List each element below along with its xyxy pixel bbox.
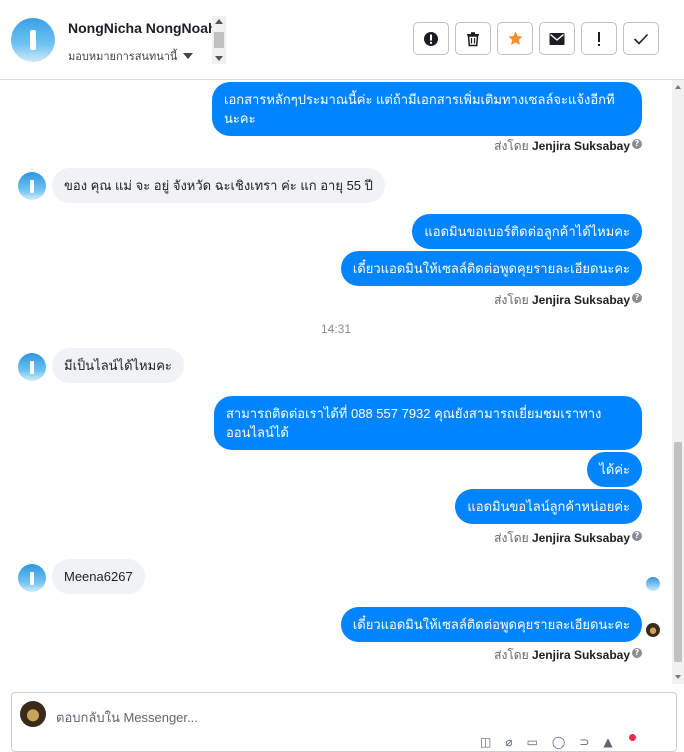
seen-avatar [646, 623, 660, 637]
message-bubble-outgoing[interactable]: เอกสารหลักๆประมาณนี้ค่ะ แต่ถ้ามีเอกสารเพ… [212, 82, 642, 136]
envelope-icon [549, 32, 565, 45]
sent-by-label: ส่งโดย Jenjira Suksabay [494, 137, 630, 156]
spam-button[interactable] [581, 22, 617, 55]
contact-avatar[interactable] [11, 18, 55, 62]
message-bubble-incoming[interactable]: Meena6267 [52, 559, 145, 594]
exclamation-icon [598, 31, 600, 46]
message-bubble-outgoing[interactable]: ได้ค่ะ [587, 452, 642, 487]
report-icon [424, 31, 438, 46]
mark-unread-button[interactable] [539, 22, 575, 55]
contact-avatar-small [18, 172, 46, 200]
header-scrollbar[interactable] [212, 16, 226, 64]
report-button[interactable] [413, 22, 449, 55]
saved-reply-icon[interactable]: ⊃ [579, 735, 589, 749]
scroll-up-icon[interactable] [215, 19, 223, 24]
sent-by-agent: Jenjira Suksabay [531, 293, 630, 307]
scroll-down-icon[interactable] [675, 675, 681, 679]
conversation-header: NongNicha NongNoah มอบหมายการสนทนานี้ [0, 0, 684, 80]
emoji-icon[interactable]: ◯ [552, 735, 565, 749]
message-bubble-outgoing[interactable]: แอดมินขอเบอร์ติดต่อลูกค้าได้ไหมคะ [412, 214, 642, 249]
seen-avatar [646, 577, 660, 591]
contact-name[interactable]: NongNicha NongNoah [68, 20, 212, 36]
attach-icon[interactable]: ⌀ [505, 735, 512, 749]
scroll-thumb[interactable] [674, 442, 682, 662]
sent-by-label: ส่งโดย Jenjira Suksabay [494, 529, 630, 548]
message-timestamp: 14:31 [320, 322, 352, 336]
page-avatar [20, 701, 46, 727]
message-bubble-outgoing[interactable]: เดี๋ยวแอดมินให้เซลล์ติดต่อพูดคุยรายละเอี… [340, 607, 642, 642]
scroll-down-icon[interactable] [215, 56, 223, 61]
contact-avatar-small [18, 564, 46, 592]
scroll-thumb[interactable] [214, 32, 224, 48]
help-icon[interactable]: ? [632, 139, 642, 149]
star-icon [507, 31, 523, 45]
assign-label: มอบหมายการสนทนานี้ [68, 51, 178, 63]
bag-icon[interactable]: ◫ [480, 735, 491, 749]
sent-by-prefix: ส่งโดย [494, 648, 529, 662]
contact-avatar-small [18, 353, 46, 381]
sent-by-agent: Jenjira Suksabay [531, 648, 630, 662]
scroll-up-icon[interactable] [675, 85, 681, 89]
message-bubble-incoming[interactable]: ของ คุณ แม่ จะ อยู่ จังหวัด ฉะเชิงเทรา ค… [52, 168, 385, 203]
conversation-actions [413, 22, 659, 55]
message-thread[interactable]: เอกสารหลักๆประมาณนี้ค่ะ แต่ถ้ามีเอกสารเพ… [0, 80, 672, 684]
sent-by-prefix: ส่งโดย [494, 139, 529, 153]
trash-icon [467, 31, 479, 46]
message-bubble-outgoing[interactable]: เดี๋ยวแอดมินให้เซลล์ติดต่อพูดคุยรายละเอี… [340, 251, 642, 286]
notification-dot [629, 734, 636, 741]
thread-scrollbar[interactable] [672, 80, 684, 684]
check-icon [633, 33, 649, 45]
help-icon[interactable]: ? [632, 293, 642, 303]
mark-done-button[interactable] [623, 22, 659, 55]
composer-toolbar: ◫ ⌀ ▭ ◯ ⊃ ▲ [480, 735, 613, 749]
like-icon[interactable]: ▲ [603, 735, 612, 749]
star-button[interactable] [497, 22, 533, 55]
sent-by-agent: Jenjira Suksabay [531, 139, 630, 153]
assign-conversation-dropdown[interactable]: มอบหมายการสนทนานี้ [68, 47, 194, 65]
gif-icon[interactable]: ▭ [527, 735, 538, 749]
sent-by-agent: Jenjira Suksabay [531, 531, 630, 545]
help-icon[interactable]: ? [632, 648, 642, 658]
message-bubble-outgoing[interactable]: แอดมินขอไลน์ลูกค้าหน่อยค่ะ [455, 489, 642, 524]
sent-by-prefix: ส่งโดย [494, 293, 529, 307]
sent-by-label: ส่งโดย Jenjira Suksabay [494, 646, 630, 665]
delete-button[interactable] [455, 22, 491, 55]
reply-input[interactable]: ตอบกลับใน Messenger... [56, 707, 198, 728]
message-bubble-outgoing[interactable]: สามารถติดต่อเราได้ที่ 088 557 7932 คุณยั… [214, 396, 642, 450]
sent-by-label: ส่งโดย Jenjira Suksabay [494, 291, 630, 310]
help-icon[interactable]: ? [632, 531, 642, 541]
message-bubble-incoming[interactable]: มีเป็นไลน์ได้ไหมคะ [52, 348, 184, 383]
chevron-down-icon [183, 53, 194, 59]
sent-by-prefix: ส่งโดย [494, 531, 529, 545]
